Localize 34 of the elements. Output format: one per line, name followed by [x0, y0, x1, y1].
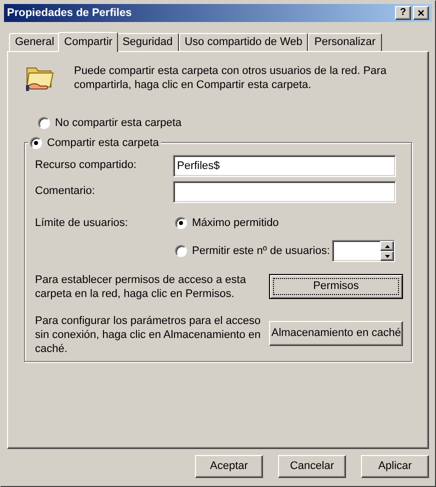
tab[interactable]: General [9, 33, 60, 51]
tab[interactable]: Seguridad [116, 33, 179, 51]
dialog-button[interactable]: Cancelar [278, 455, 346, 478]
caching-button[interactable]: Almacenamiento en caché [269, 321, 403, 346]
tab[interactable]: Compartir [58, 32, 118, 52]
radio-label: No compartir esta carpeta [55, 116, 182, 131]
radio-button[interactable] [175, 216, 187, 229]
close-button[interactable]: × [413, 6, 429, 20]
tab[interactable]: Personalizar [308, 33, 382, 51]
radio-button[interactable] [38, 117, 50, 130]
spin-up-button[interactable] [380, 241, 394, 251]
up-arrow-icon [384, 244, 390, 248]
radio-label: Compartir esta carpeta [47, 136, 159, 150]
share-name-field[interactable]: Perfiles$ [173, 154, 396, 176]
radio-button[interactable] [175, 245, 187, 257]
dialog-button[interactable]: Aplicar [361, 455, 429, 478]
down-arrow-icon [384, 254, 390, 258]
intro-text: Puede compartir esta carpeta con otros usuarios de la red. Para compartirla, haga clic en Compartir esta carpeta. [74, 64, 388, 92]
field-label: Límite de usuarios: [35, 216, 129, 230]
dialog-button[interactable]: Aceptar [195, 455, 263, 478]
help-button[interactable]: ? [395, 6, 411, 20]
radio-label: Máximo permitido [192, 216, 279, 230]
radio-button[interactable] [30, 136, 42, 149]
window-title: Propiedades de Perfiles [7, 6, 133, 21]
field-label: Recurso compartido: [35, 158, 138, 174]
comment-field[interactable] [173, 180, 396, 202]
field-label: Comentario: [35, 184, 96, 200]
tab[interactable]: Uso compartido de Web [178, 33, 308, 51]
spin-down-button[interactable] [380, 251, 394, 261]
permissions-text: Para establecer permisos de acceso a esta carpeta en la red, haga clic en Permisos. [35, 273, 247, 301]
user-count-spinner[interactable] [332, 240, 395, 262]
permissions-button[interactable]: Permisos [269, 274, 403, 299]
radio-label: Permitir este nº de usuarios: [192, 244, 330, 259]
caching-text: Para configurar los parámetros para el acceso sin conexión, haga clic en Almacenamiento en caché. [35, 314, 262, 356]
